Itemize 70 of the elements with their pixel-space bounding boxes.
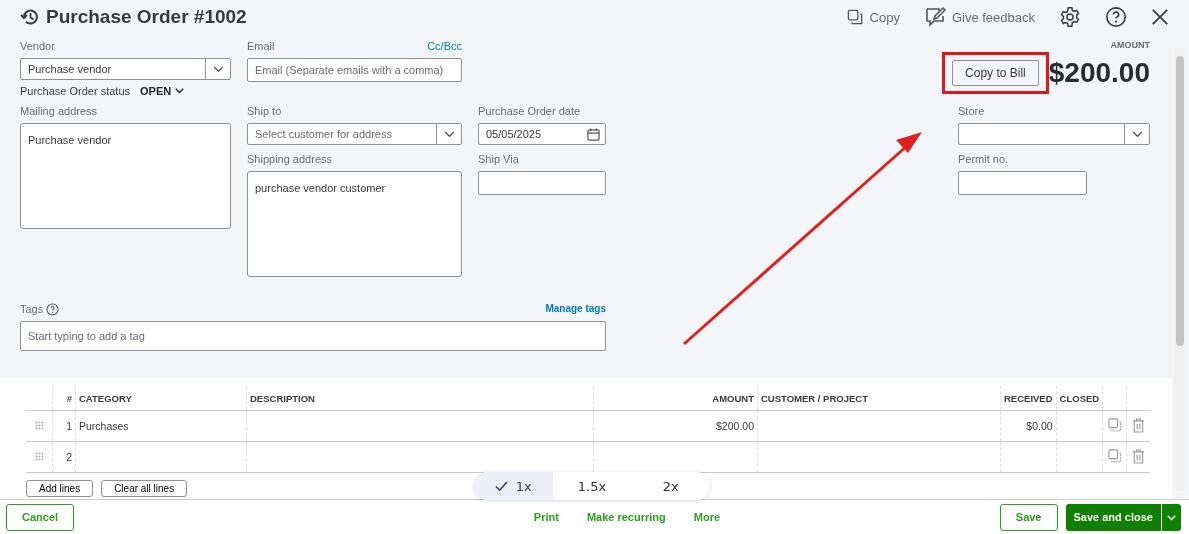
copy-icon[interactable]: [1107, 418, 1122, 432]
field-label: Shipping address: [247, 153, 333, 165]
date-field[interactable]: 05/05/2025: [478, 123, 606, 145]
vendor-select[interactable]: Purchase vendor: [20, 58, 231, 80]
save-and-close-button[interactable]: Save and close: [1065, 503, 1161, 531]
column-header: RECEIVED: [1000, 386, 1057, 411]
table-cell: $200.00: [716, 420, 754, 432]
field-label: Purchase Order status: [20, 85, 131, 97]
column-header: #: [52, 386, 76, 411]
column-header: CUSTOMER / PROJECT: [757, 386, 1001, 411]
manage-tags-link[interactable]: Manage tags: [545, 303, 606, 314]
close-icon[interactable]: [1151, 8, 1169, 26]
help-icon[interactable]: [1105, 6, 1127, 28]
copy-icon[interactable]: [1107, 449, 1122, 463]
column-header: DESCRIPTION: [246, 386, 594, 411]
ship-to-select[interactable]: Select customer for address: [247, 123, 462, 145]
zoom-option[interactable]: 2x: [631, 472, 710, 500]
table-action-button[interactable]: Clear all lines: [101, 480, 188, 497]
column-header: AMOUNT: [593, 386, 758, 411]
field-label: Ship to: [247, 105, 283, 117]
drag-handle-icon[interactable]: [34, 452, 44, 461]
field-label: Purchase Order date: [478, 105, 582, 117]
ship-via-field[interactable]: [478, 171, 606, 195]
settings-icon[interactable]: [1059, 6, 1081, 28]
help-icon[interactable]: [46, 303, 60, 316]
status-dropdown[interactable]: OPEN: [140, 85, 185, 97]
zoom-option[interactable]: 1.5x: [552, 472, 632, 500]
table-cell: 1: [66, 420, 72, 432]
permit-field[interactable]: [958, 171, 1087, 195]
page-title: Purchase Order #1002: [46, 6, 247, 28]
table-action-button[interactable]: Add lines: [26, 480, 94, 497]
feedback-icon: [923, 6, 946, 28]
trash-icon[interactable]: [1132, 448, 1146, 464]
field-label: Ship Via: [478, 153, 520, 165]
copy-icon: [846, 8, 864, 26]
tags-field[interactable]: Start typing to add a tag: [20, 321, 606, 351]
email-field[interactable]: Email (Separate emails with a comma): [247, 58, 462, 82]
caret-icon: [175, 88, 185, 94]
field-label: Tags: [20, 303, 44, 315]
header-action[interactable]: Give feedback: [923, 6, 1035, 28]
field-label: Store: [958, 105, 986, 117]
header-action[interactable]: Copy: [846, 8, 900, 26]
trash-icon[interactable]: [1132, 417, 1146, 433]
caret-icon: [212, 65, 224, 73]
check-icon: [494, 480, 508, 492]
table-cell: $0.00: [1026, 420, 1053, 432]
amount-label: AMOUNT: [1110, 40, 1150, 50]
history-icon: [20, 7, 40, 27]
caret-icon: [443, 130, 455, 138]
amount-total: $200.00: [1048, 57, 1150, 89]
drag-handle-icon[interactable]: [34, 421, 44, 430]
column-header: CLOSED: [1056, 386, 1103, 411]
zoom-option[interactable]: 1x: [474, 472, 553, 500]
save-options-button[interactable]: [1162, 503, 1181, 531]
field-label: Email: [247, 40, 275, 52]
copy-to-bill-button[interactable]: Copy to Bill: [952, 60, 1039, 86]
field-label: Permit no.: [958, 153, 1010, 165]
column-header: CATEGORY: [75, 386, 247, 411]
caret-icon: [1131, 130, 1143, 138]
table-cell: 2: [66, 451, 72, 463]
mailing-address-field[interactable]: Purchase vendor: [20, 123, 231, 229]
scrollbar[interactable]: [1175, 48, 1185, 491]
store-select[interactable]: [958, 123, 1150, 145]
cc-bcc-link[interactable]: Cc/Bcc: [427, 40, 462, 52]
table-cell: Purchases: [79, 420, 129, 432]
field-label: Vendor: [20, 40, 56, 52]
caret-icon: [1167, 515, 1176, 521]
shipping-address-field[interactable]: purchase vendor customer: [247, 171, 462, 277]
calendar-icon: [587, 127, 600, 141]
field-label: Mailing address: [20, 105, 99, 117]
